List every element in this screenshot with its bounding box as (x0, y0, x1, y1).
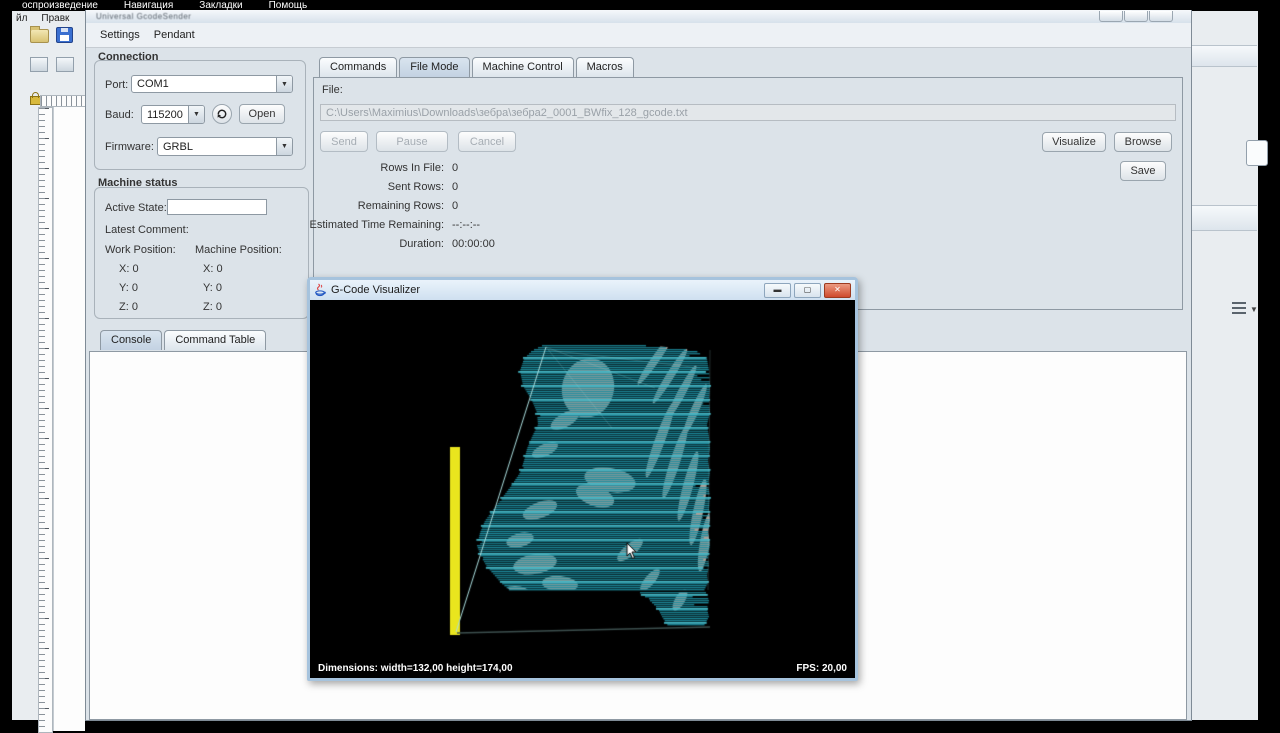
active-state-field[interactable] (167, 199, 267, 215)
file-mode-panel: File: C:\Users\Maximius\Downloads\зебра\… (309, 77, 1183, 310)
visualize-button[interactable]: Visualize (1042, 132, 1106, 152)
tab-file-mode[interactable]: File Mode (399, 57, 470, 77)
firmware-combo[interactable]: GRBL ▼ (157, 137, 293, 156)
maximize-button[interactable] (1124, 11, 1148, 22)
mode-tabs: Commands File Mode Machine Control Macro… (319, 57, 636, 77)
vertical-ruler (38, 107, 53, 733)
chevron-down-icon: ▼ (188, 106, 204, 123)
latest-comment-label: Latest Comment: (105, 224, 189, 236)
background-app-left: йл Правк (12, 11, 89, 733)
background-app-right (1190, 11, 1258, 720)
stat-rows-in-file: Rows In File: 0 (380, 162, 459, 174)
machine-z: Z: 0 (203, 301, 222, 313)
visualizer-close-button[interactable]: ✕ (824, 282, 851, 298)
work-y: Y: 0 (119, 282, 138, 294)
machine-position-label: Machine Position: (195, 244, 282, 256)
pause-button[interactable]: Pause (376, 131, 448, 152)
main-menubar: Settings Pendant (86, 23, 1191, 48)
tab-commands[interactable]: Commands (319, 57, 398, 77)
toolbar-icon[interactable] (30, 57, 48, 72)
visualizer-fps: FPS: 20,00 (796, 662, 847, 674)
save-button[interactable]: Save (1120, 161, 1166, 181)
baud-label: Baud: (105, 109, 134, 121)
stat-estimated-time: Estimated Time Remaining: --:--:-- (309, 219, 481, 231)
menu-pendant[interactable]: Pendant (154, 29, 195, 41)
console-tabs: Console Command Table (100, 330, 268, 350)
send-button[interactable]: Send (320, 131, 368, 152)
chevron-down-icon: ▼ (276, 138, 292, 155)
stat-duration: Duration: 00:00:00 (399, 238, 495, 250)
machine-y: Y: 0 (203, 282, 222, 294)
file-label: File: (322, 84, 343, 96)
menu-settings[interactable]: Settings (100, 29, 140, 41)
visualizer-titlebar: G-Code Visualizer ▬ ▢ ✕ (310, 280, 855, 300)
chevron-down-icon[interactable]: ▼ (1250, 305, 1258, 314)
connection-group: Port: COM1 ▼ Baud: 115200 ▼ Open Firmwar… (94, 60, 306, 170)
visualizer-window: G-Code Visualizer ▬ ▢ ✕ Dimensions: widt… (307, 277, 858, 681)
refresh-ports-button[interactable] (212, 104, 232, 124)
work-z: Z: 0 (119, 301, 138, 313)
baud-combo[interactable]: 115200 ▼ (141, 105, 205, 124)
background-toolbar-band (1192, 205, 1257, 231)
file-path-field[interactable]: C:\Users\Maximius\Downloads\зебра\зебра2… (320, 104, 1176, 121)
main-titlebar: Universal GcodeSender (86, 10, 1191, 24)
main-window-title: Universal GcodeSender (96, 12, 192, 21)
tab-macros[interactable]: Macros (575, 57, 634, 77)
visualizer-canvas[interactable] (310, 300, 855, 658)
toolbar-icon[interactable] (56, 57, 74, 72)
machine-x: X: 0 (203, 263, 223, 275)
baud-value: 115200 (147, 108, 183, 121)
close-button[interactable] (1149, 11, 1173, 22)
active-state-label: Active State: (105, 202, 167, 214)
cancel-button[interactable]: Cancel (458, 131, 516, 152)
stat-remaining-rows: Remaining Rows: 0 (357, 200, 459, 212)
visualizer-dimensions: Dimensions: width=132,00 height=174,00 (318, 662, 513, 674)
horizontal-ruler (40, 95, 87, 107)
firmware-value: GRBL (163, 140, 193, 153)
port-label: Port: (105, 79, 129, 91)
browse-button[interactable]: Browse (1114, 132, 1172, 152)
visualizer-minimize-button[interactable]: ▬ (764, 282, 791, 298)
visualizer-title: G-Code Visualizer (331, 284, 421, 296)
port-value: COM1 (137, 78, 169, 90)
background-app-canvas (53, 107, 85, 731)
refresh-icon (217, 109, 227, 119)
chevron-down-icon: ▼ (276, 76, 292, 92)
work-position-label: Work Position: (105, 244, 176, 256)
minimize-button[interactable] (1099, 11, 1123, 22)
machine-status-group: Active State: Latest Comment: Work Posit… (94, 187, 309, 319)
save-floppy-icon[interactable] (56, 27, 73, 43)
visualizer-statusbar: Dimensions: width=132,00 height=174,00 F… (310, 658, 855, 678)
file-stats: Rows In File: 0 Sent Rows: 0 Remaining Row… (309, 162, 620, 257)
background-app-menubar: йл Правк (12, 13, 89, 26)
firmware-label: Firmware: (105, 141, 154, 153)
stat-sent-rows: Sent Rows: 0 (387, 181, 459, 193)
background-toolbar-button[interactable] (1246, 140, 1268, 166)
list-icon[interactable] (1232, 302, 1246, 314)
background-menu-edit[interactable]: Правк (41, 13, 69, 26)
java-coffee-icon (315, 283, 326, 297)
tab-machine-control[interactable]: Machine Control (471, 57, 574, 77)
work-x: X: 0 (119, 263, 139, 275)
open-button[interactable]: Open (239, 104, 285, 124)
visualizer-maximize-button[interactable]: ▢ (794, 282, 821, 298)
tab-console[interactable]: Console (100, 330, 163, 350)
background-toolbar-band (1192, 45, 1257, 67)
open-folder-icon[interactable] (30, 26, 49, 43)
background-menu-file[interactable]: йл (16, 13, 27, 26)
tab-command-table[interactable]: Command Table (164, 330, 267, 350)
port-combo[interactable]: COM1 ▼ (131, 75, 293, 93)
